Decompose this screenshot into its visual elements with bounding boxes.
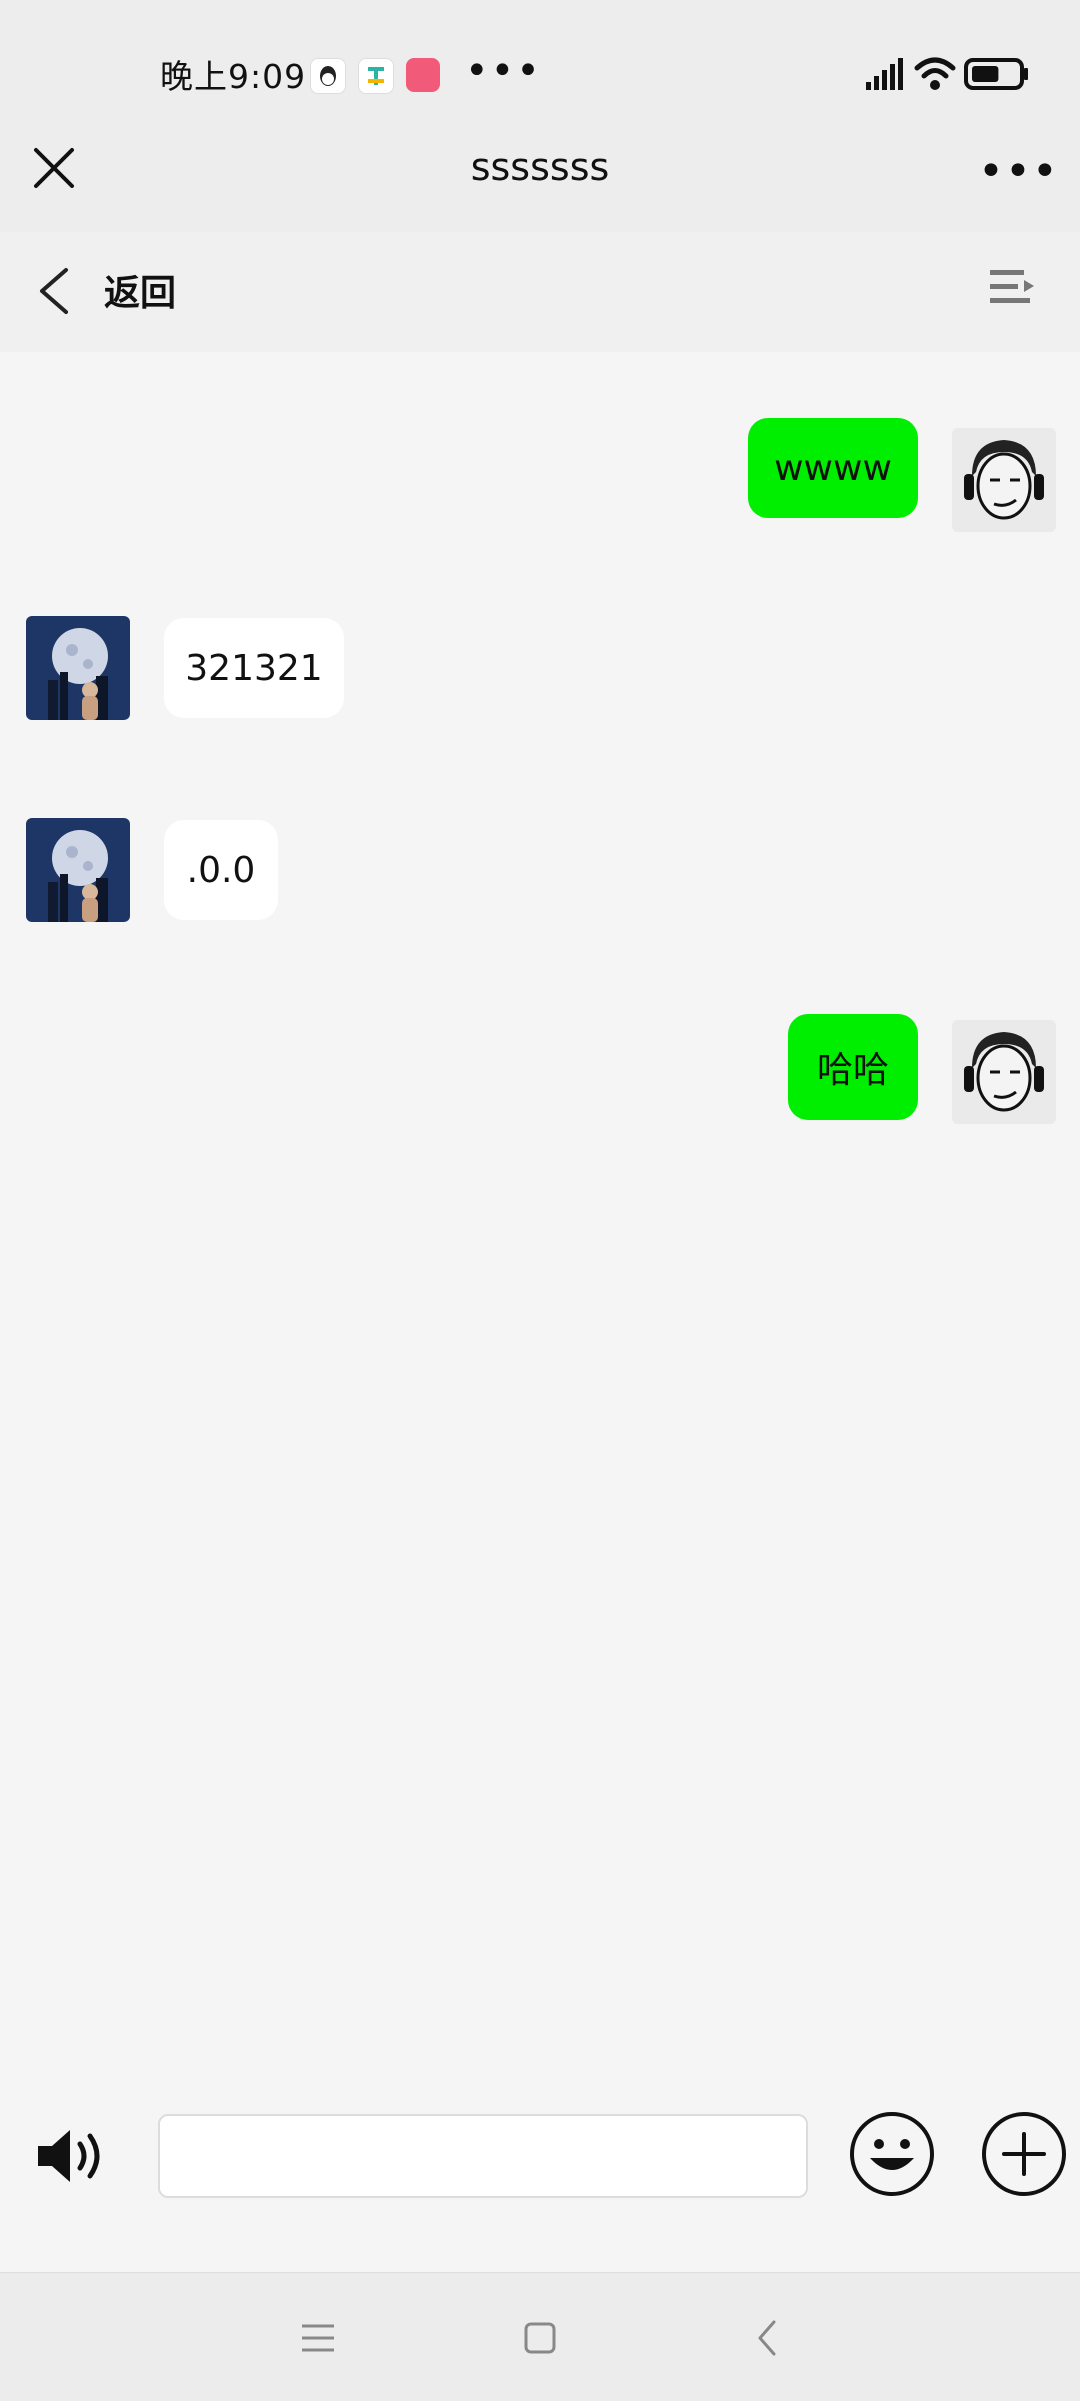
message-bubble-incoming[interactable]: .0.0 (164, 820, 278, 920)
back-button-label[interactable]: 返回 (104, 264, 176, 316)
wifi-icon (914, 57, 956, 90)
emoji-icon[interactable] (848, 2110, 936, 2198)
contact-avatar[interactable] (26, 818, 130, 922)
message-bubble-outgoing[interactable]: wwww (748, 418, 918, 518)
message-text: wwww (774, 447, 892, 489)
add-plus-icon[interactable] (980, 2110, 1068, 2198)
self-avatar[interactable] (952, 1020, 1056, 1124)
red-app-icon (406, 58, 440, 92)
contact-avatar[interactable] (26, 616, 130, 720)
back-chevron-icon[interactable] (34, 266, 74, 316)
page-title: sssssss (470, 145, 610, 189)
status-overflow: ••• (465, 48, 542, 94)
more-options-button[interactable]: ••• (978, 146, 1059, 197)
message-bubble-incoming[interactable]: 321321 (164, 618, 344, 718)
app-icon (358, 58, 394, 94)
menu-list-icon[interactable] (990, 268, 1034, 306)
message-input[interactable] (158, 2114, 808, 2198)
signal-icon (866, 58, 903, 90)
status-time: 晚上9:09 (160, 57, 307, 96)
back-nav-icon[interactable] (748, 2318, 788, 2358)
message-text: 哈哈 (816, 1050, 889, 1091)
recent-apps-icon[interactable] (298, 2318, 338, 2358)
message-bubble-outgoing[interactable]: 哈哈 (788, 1014, 918, 1120)
qq-icon (310, 58, 346, 94)
self-avatar[interactable] (952, 428, 1056, 532)
home-icon[interactable] (520, 2318, 560, 2358)
message-list: wwww 321321 .0.0 哈哈 (0, 352, 1080, 2092)
battery-icon (964, 58, 1028, 90)
message-text: .0.0 (186, 849, 256, 891)
voice-speaker-icon[interactable] (34, 2124, 110, 2188)
message-text: 321321 (185, 647, 323, 689)
